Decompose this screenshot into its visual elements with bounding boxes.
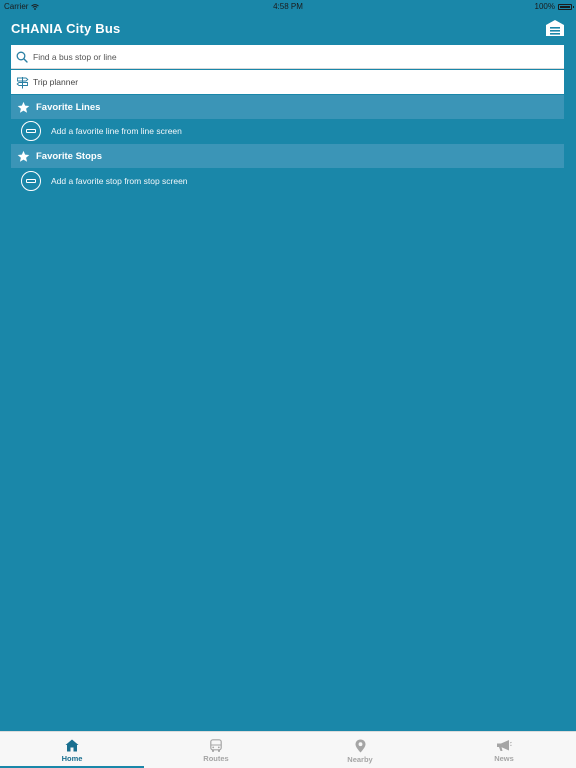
favorite-lines-header: Favorite Lines <box>11 95 564 119</box>
status-bar: Carrier 4:58 PM 100% <box>0 0 576 12</box>
bus-line-icon <box>21 121 41 141</box>
trip-planner-label: Trip planner <box>33 77 79 87</box>
favorite-stops-title: Favorite Stops <box>36 150 102 162</box>
location-pin-icon <box>355 739 365 753</box>
favorite-lines-title: Favorite Lines <box>36 101 101 113</box>
bus-icon <box>210 739 222 752</box>
battery-percent: 100% <box>534 2 555 11</box>
add-favorite-stop-hint: Add a favorite stop from stop screen <box>51 176 188 186</box>
status-time: 4:58 PM <box>273 2 303 11</box>
add-favorite-line-row[interactable]: Add a favorite line from line screen <box>11 119 564 143</box>
tab-nearby[interactable]: Nearby <box>288 732 432 768</box>
menu-icon[interactable] <box>545 19 565 37</box>
tab-bar: Home Routes Nearby News <box>0 731 576 768</box>
tab-nearby-label: Nearby <box>347 755 373 764</box>
battery-icon <box>558 3 574 10</box>
favorite-stops-header: Favorite Stops <box>11 144 564 168</box>
megaphone-icon <box>497 740 512 751</box>
add-favorite-stop-row[interactable]: Add a favorite stop from stop screen <box>11 169 564 193</box>
star-icon <box>11 101 36 114</box>
star-icon <box>11 150 36 163</box>
bus-stop-icon <box>21 171 41 191</box>
search-bar[interactable] <box>11 45 564 69</box>
tab-news[interactable]: News <box>432 732 576 768</box>
app-title: CHANIA City Bus <box>11 21 121 36</box>
battery-indicator: 100% <box>534 2 574 11</box>
tab-news-label: News <box>494 754 514 763</box>
add-favorite-line-hint: Add a favorite line from line screen <box>51 126 182 136</box>
search-input[interactable] <box>33 46 564 67</box>
trip-planner-row[interactable]: Trip planner <box>11 70 564 94</box>
home-icon <box>65 739 79 752</box>
tab-routes-label: Routes <box>203 754 229 763</box>
signpost-icon <box>11 76 33 89</box>
tab-home[interactable]: Home <box>0 732 144 768</box>
search-icon <box>11 51 33 63</box>
tab-routes[interactable]: Routes <box>144 732 288 768</box>
tab-home-label: Home <box>61 754 83 763</box>
